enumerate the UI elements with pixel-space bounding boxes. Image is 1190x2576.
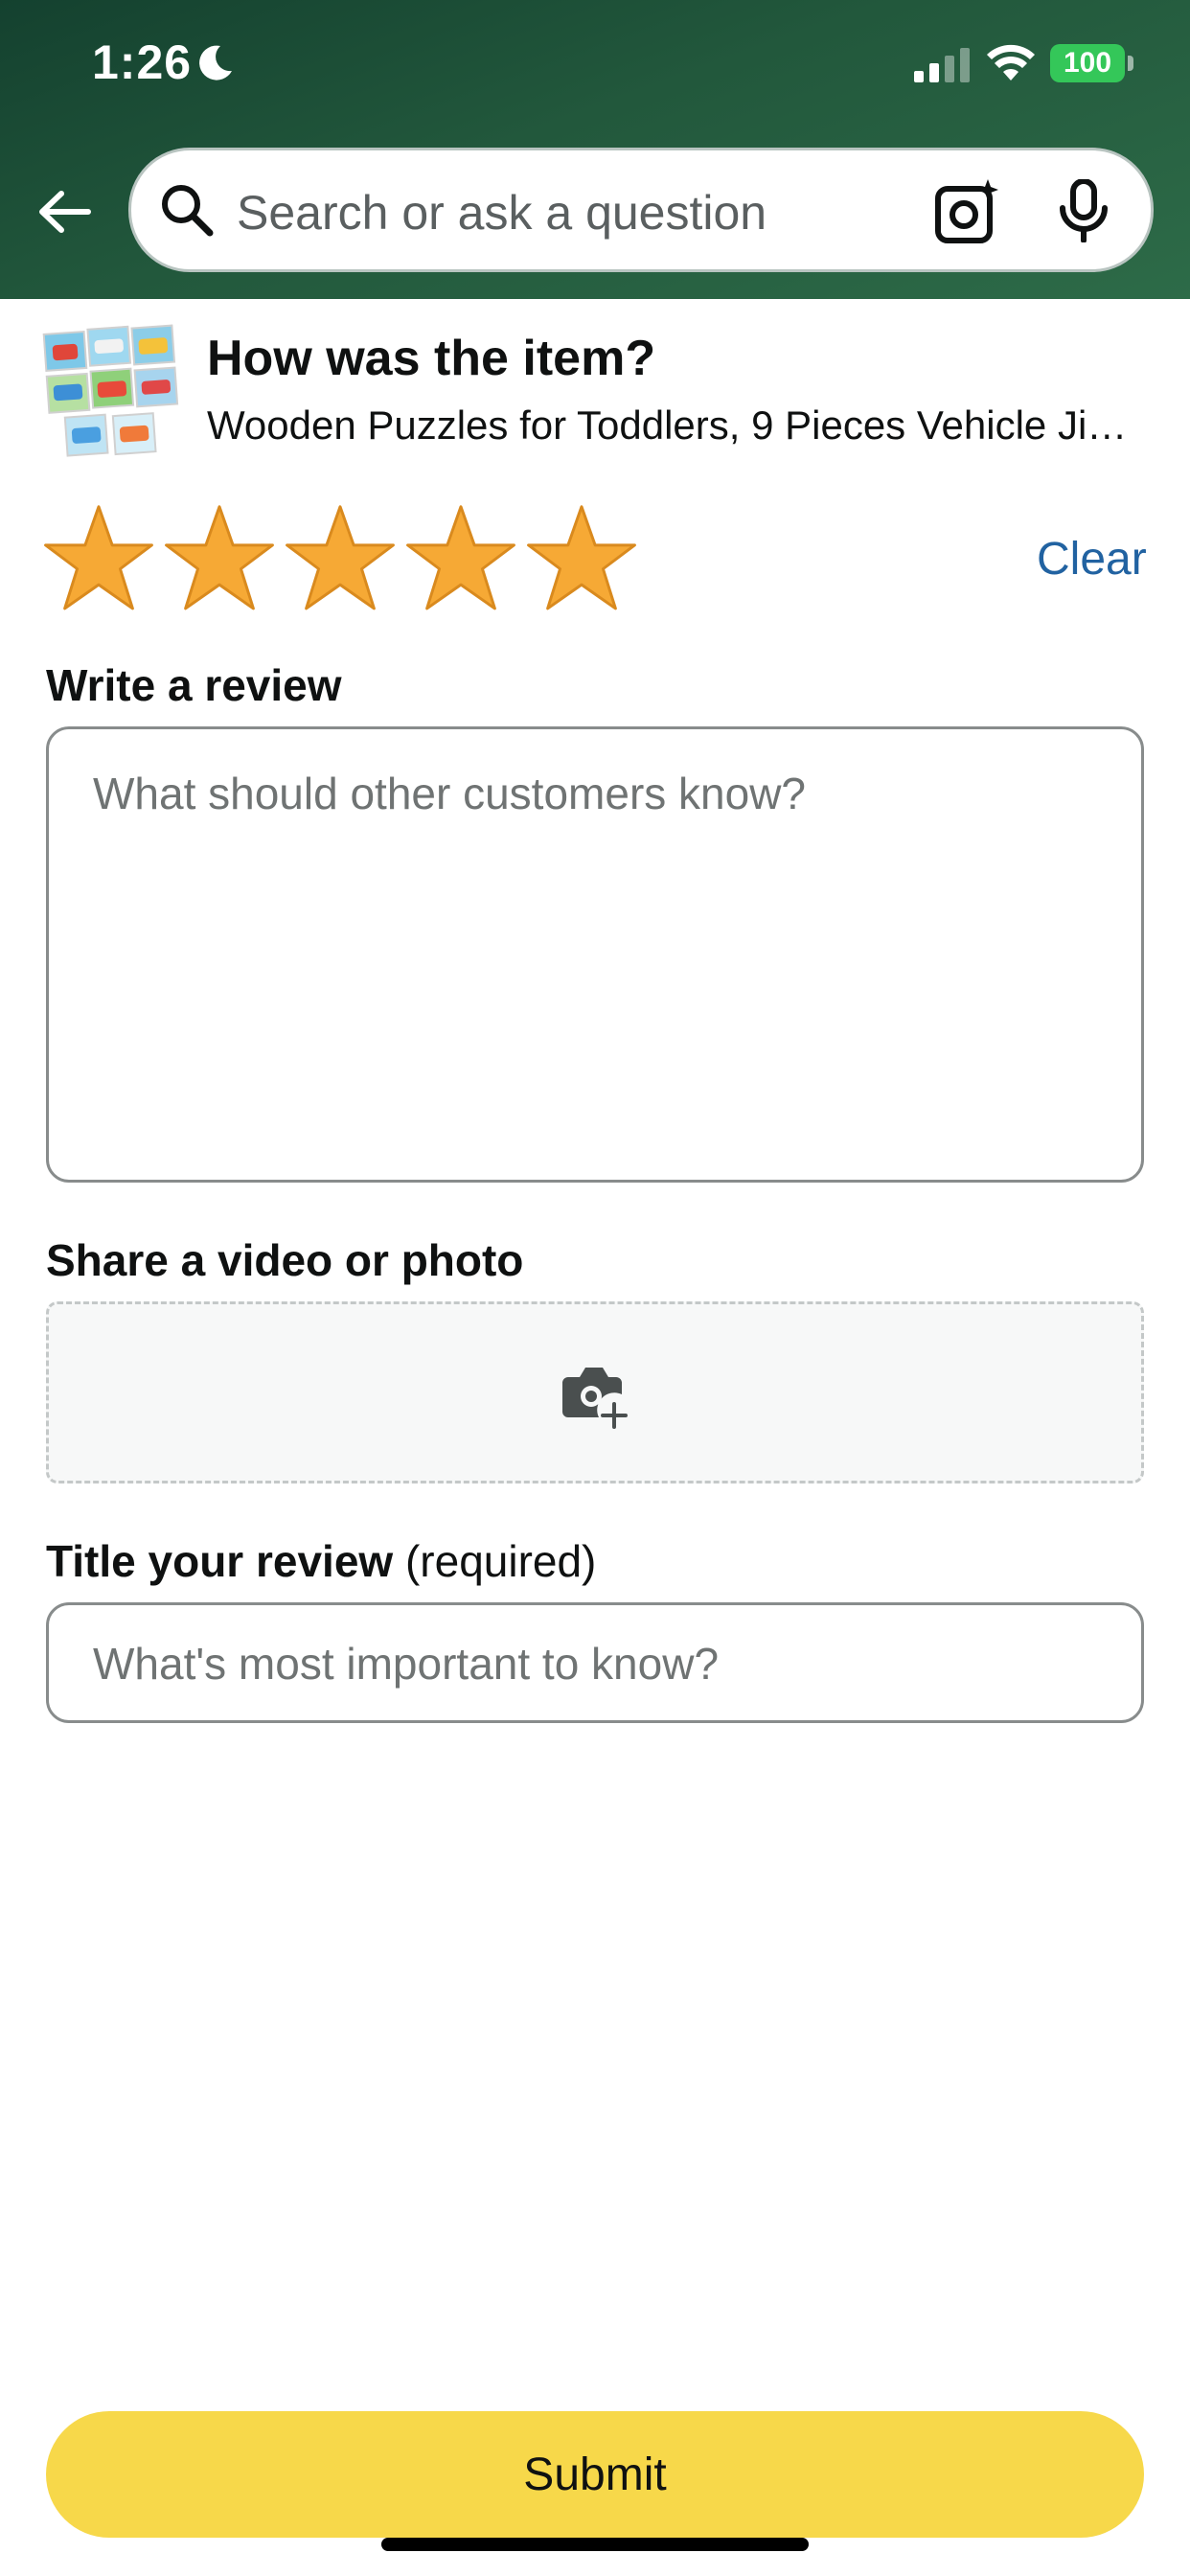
search-bar[interactable]: Search or ask a question [128, 148, 1154, 272]
submit-button[interactable]: Submit [46, 2411, 1144, 2538]
review-page: 1:26 100 Search or ask a question How wa… [0, 0, 1190, 2576]
clear-rating-link[interactable]: Clear [1037, 533, 1147, 586]
media-upload-area[interactable] [46, 1301, 1144, 1484]
mic-icon[interactable] [1057, 179, 1110, 242]
wifi-icon [987, 44, 1035, 80]
home-indicator [381, 2538, 809, 2551]
moon-icon [199, 45, 232, 80]
star-icon[interactable] [42, 502, 155, 615]
status-time: 1:26 [92, 35, 193, 89]
header: 1:26 100 Search or ask a question [0, 0, 1190, 299]
arrow-left-icon[interactable] [34, 182, 94, 242]
star-icon[interactable] [163, 502, 276, 615]
product-thumbnail [42, 324, 179, 457]
camera-lens-icon[interactable] [934, 177, 1001, 244]
review-placeholder: What should other customers know? [93, 769, 807, 818]
product-heading: How was the item? [207, 331, 656, 386]
title-label-text: Title your review [46, 1536, 394, 1586]
review-textarea[interactable]: What should other customers know? [46, 726, 1144, 1183]
title-label: Title your review (required) [46, 1535, 596, 1587]
review-label: Write a review [46, 660, 342, 710]
star-icon[interactable] [404, 502, 517, 615]
star-rating [42, 502, 655, 615]
star-icon[interactable] [284, 502, 397, 615]
media-label: Share a video or photo [46, 1235, 524, 1285]
title-placeholder: What's most important to know? [93, 1639, 720, 1689]
title-label-note: (required) [404, 1536, 597, 1586]
add-photo-icon [562, 1368, 628, 1429]
star-icon[interactable] [525, 502, 638, 615]
battery-tip [1128, 56, 1133, 71]
battery-icon: 100 [1050, 44, 1125, 82]
search-input[interactable]: Search or ask a question [237, 185, 767, 241]
signal-icon [914, 48, 970, 82]
review-title-input[interactable]: What's most important to know? [46, 1602, 1144, 1723]
search-icon [162, 185, 214, 237]
product-name: Wooden Puzzles for Toddlers, 9 Pieces Ve… [207, 402, 1136, 448]
